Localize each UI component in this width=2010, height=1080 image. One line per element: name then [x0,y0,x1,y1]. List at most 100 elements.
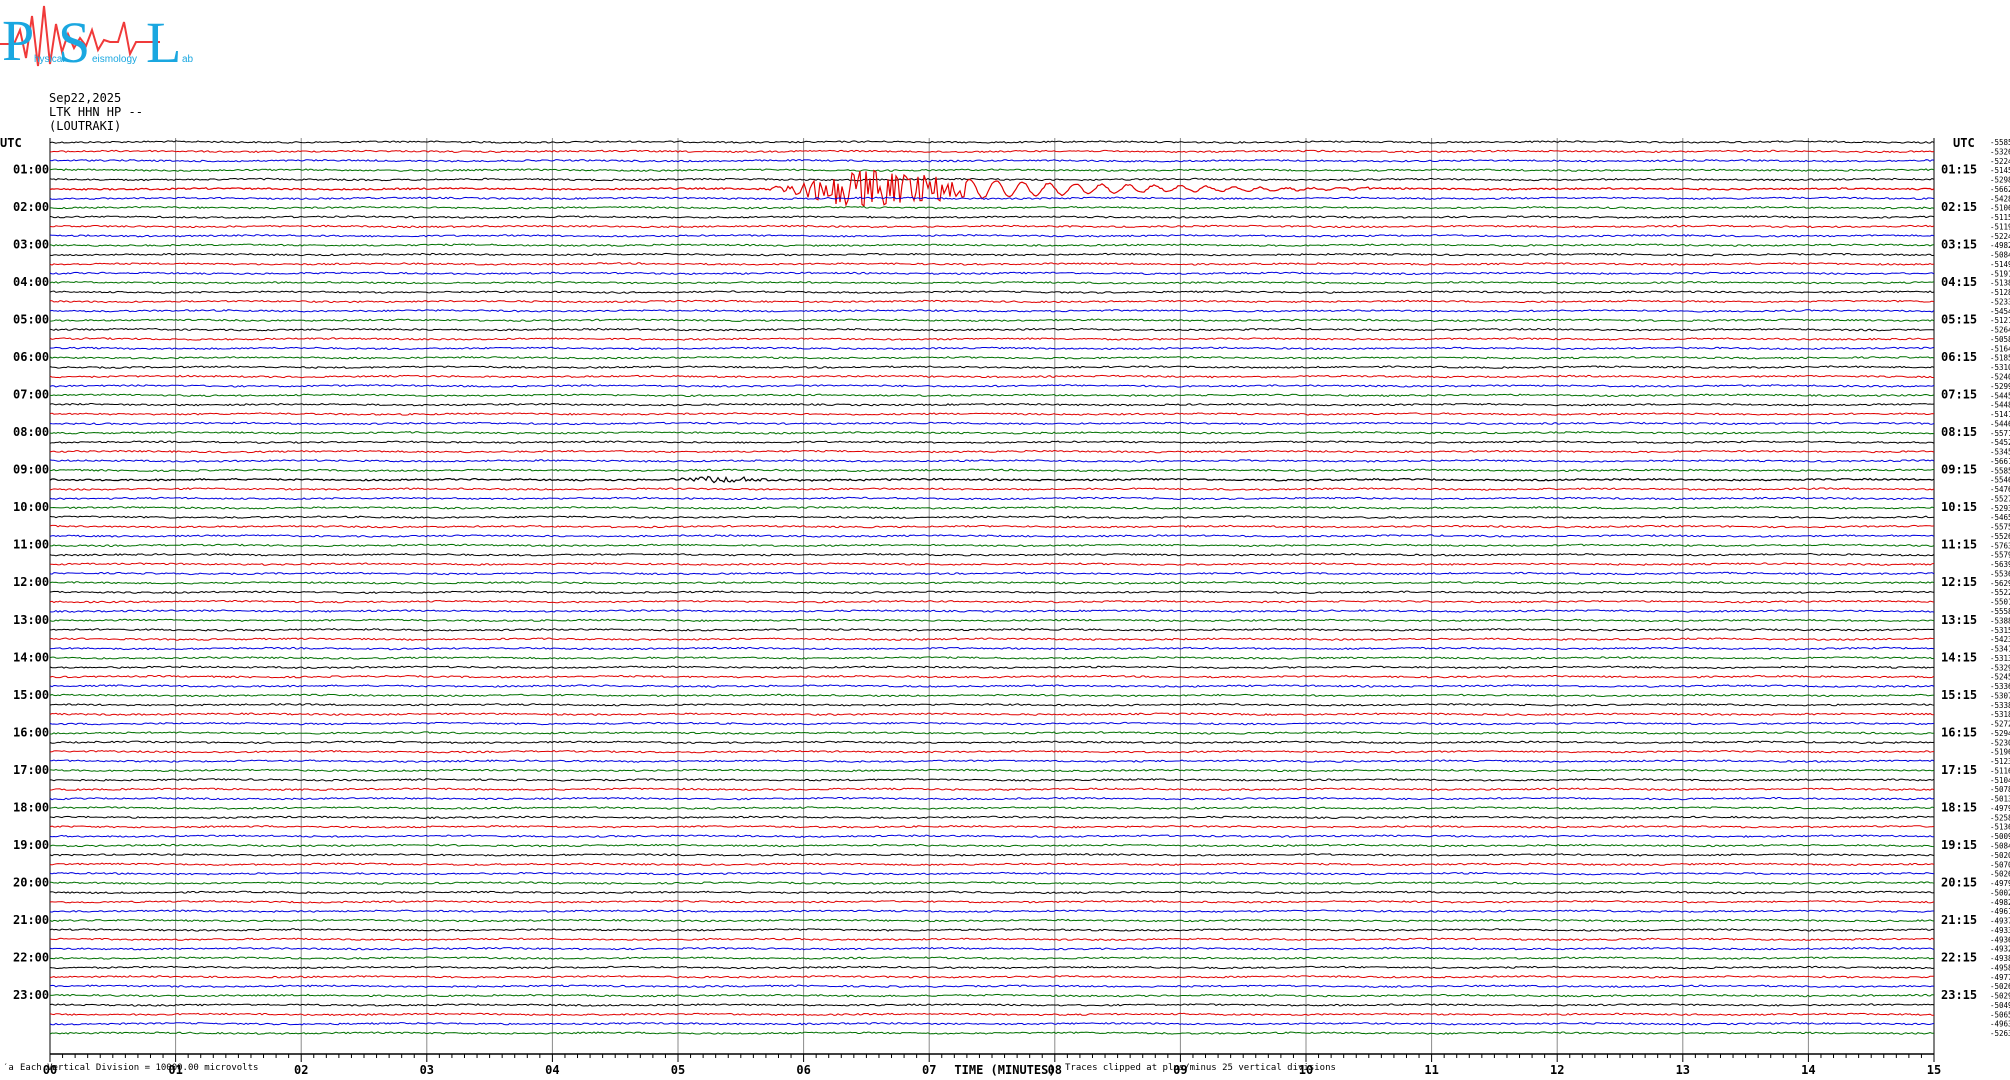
trace-offset-label: -5522 [1990,588,2010,597]
right-hour-label: 03:15 [1941,238,1977,252]
trace-offset-label: -5629 [1990,579,2010,588]
trace-59 [49,693,1935,698]
footer-scale-note: Each Vertical Division = 10000.00 microv… [20,1063,259,1073]
trace-offset-label: -4979 [1990,879,2010,888]
trace-offset-label: -5423 [1990,635,2010,644]
trace-47 [49,581,1935,585]
trace-offset-label: -5084 [1990,251,2010,260]
trace-offset-label: -5116 [1990,766,2010,775]
right-hour-label: 22:15 [1941,950,1977,964]
trace-21 [49,337,1935,341]
trace-offset-label: -5526 [1990,532,2010,541]
trace-offset-label: -5263 [1990,1029,2010,1038]
trace-offset-label: -5009 [1990,832,2010,841]
left-hour-label: 01:00 [13,163,49,177]
trace-offset-label: -5240 [1990,373,2010,382]
trace-0 [49,140,1935,144]
trace-offset-label: -5245 [1990,673,2010,682]
left-hour-label: 04:00 [13,275,49,289]
trace-offset-label: -5164 [1990,344,2010,353]
trace-43 [49,543,1935,548]
trace-offset-label: -5293 [1990,504,2010,513]
trace-66 [50,759,1935,763]
x-tick-label: 12 [1550,1063,1564,1077]
left-hour-label: 12:00 [13,575,49,589]
trace-offset-label: -5571 [1990,429,2010,438]
x-tick-label: 14 [1801,1063,1815,1077]
trace-81 [49,900,1935,904]
trace-58 [49,684,1935,688]
trace-offset-label: -4982 [1990,241,2010,250]
trace-offset-label: -4977 [1990,973,2010,982]
trace-offset-label: -4936 [1990,935,2010,944]
trace-offset-label: -5298 [1990,176,2010,185]
trace-89 [49,975,1935,979]
trace-64 [49,740,1935,745]
trace-68 [49,778,1935,782]
trace-offset-label: -5329 [1990,663,2010,672]
x-tick-label: 13 [1676,1063,1690,1077]
trace-82 [49,909,1934,913]
trace-32 [49,440,1935,444]
trace-offset-label: -4961 [1990,907,2010,916]
trace-offset-label: -5058 [1990,335,2010,344]
trace-40 [49,515,1935,519]
trace-offset-label: -5299 [1990,382,2010,391]
trace-4 [49,177,1935,182]
trace-24 [49,365,1935,369]
trace-offset-label: -5585 [1990,466,2010,475]
trace-offset-label: -4963 [1990,1020,2010,1029]
trace-offset-label: -5258 [1990,813,2010,822]
trace-offset-label: -5121 [1990,316,2010,325]
x-tick-label: 03 [420,1063,434,1077]
trace-86 [49,946,1935,951]
right-hour-label: 06:15 [1941,350,1977,364]
trace-53 [49,637,1935,641]
trace-79 [49,881,1935,885]
trace-37 [49,487,1935,491]
trace-94 [49,1021,1935,1026]
right-hour-label: 17:15 [1941,763,1977,777]
left-hour-label: 18:00 [13,800,49,814]
trace-offset-label: -5315 [1990,626,2010,635]
left-hour-label: 02:00 [13,200,49,214]
trace-75 [49,843,1935,848]
trace-offset-label: -5141 [1990,410,2010,419]
trace-39 [50,506,1935,510]
trace-62 [49,721,1935,726]
trace-2 [49,158,1935,163]
trace-offset-label: -4933 [1990,926,2010,935]
trace-6 [49,196,1935,201]
right-hour-label: 08:15 [1941,425,1977,439]
trace-offset-label: -5579 [1990,551,2010,560]
right-hour-label: 11:15 [1941,538,1977,552]
left-hour-label: 21:00 [13,913,49,927]
left-hour-label: 11:00 [13,538,49,552]
trace-7 [49,205,1935,210]
left-hour-label: 05:00 [13,313,49,327]
trace-51 [49,618,1935,623]
trace-offset-label: -5224 [1990,157,2010,166]
trace-85 [49,937,1935,942]
trace-offset-label: -5454 [1990,307,2010,316]
trace-34 [49,459,1935,463]
trace-offset-label: -5763 [1990,541,2010,550]
trace-offset-label: -5465 [1990,513,2010,522]
right-hour-label: 14:15 [1941,650,1977,664]
trace-87 [49,956,1935,960]
trace-20 [49,327,1935,332]
right-hour-label: 18:15 [1941,800,1977,814]
right-hour-label: 20:15 [1941,875,1977,889]
trace-71 [49,806,1935,810]
trace-offset-label: -5341 [1990,645,2010,654]
trace-56 [49,665,1935,670]
left-hour-label: 23:00 [13,988,49,1002]
trace-offset-label: -5310 [1990,363,2010,372]
trace-67 [49,768,1935,773]
trace-offset-label: -5476 [1990,485,2010,494]
trace-83 [49,918,1935,923]
trace-offset-label: -5070 [1990,860,2010,869]
trace-offset-label: -5084 [1990,842,2010,851]
left-hour-label: 03:00 [13,238,49,252]
trace-offset-label: -5336 [1990,682,2010,691]
